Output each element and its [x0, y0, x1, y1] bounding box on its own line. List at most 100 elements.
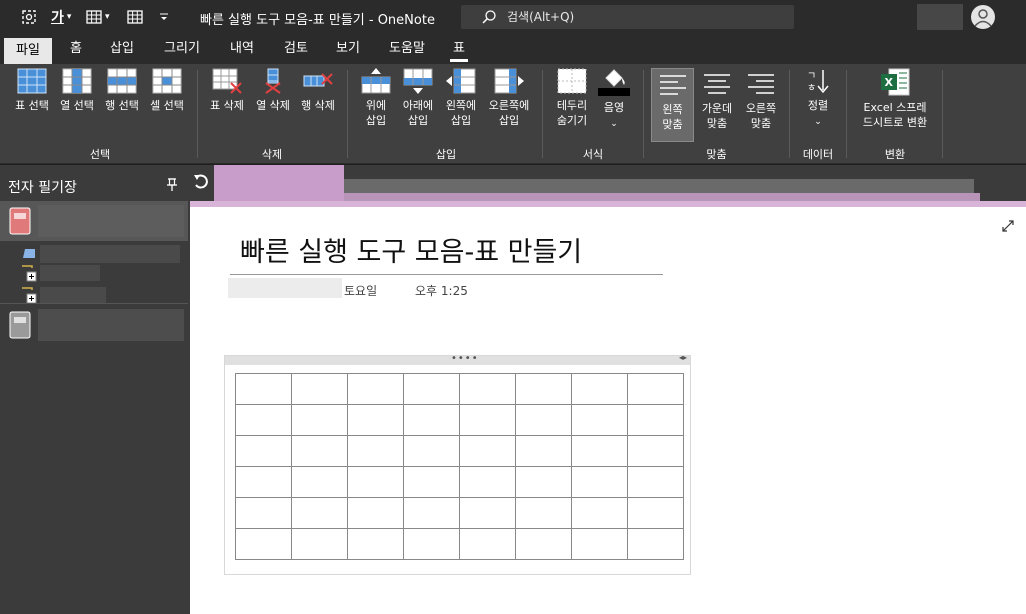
- table-cell[interactable]: [627, 373, 684, 405]
- delete-row-button[interactable]: 행 삭제: [296, 68, 340, 113]
- table-cell[interactable]: [571, 528, 628, 560]
- insert-below-button[interactable]: 아래에 삽입: [398, 68, 438, 128]
- table-cell[interactable]: [571, 497, 628, 529]
- select-cell-button[interactable]: 셀 선택: [145, 68, 189, 113]
- table-grid: [235, 373, 684, 560]
- tab-table[interactable]: 표: [448, 34, 470, 64]
- table-cell[interactable]: [291, 373, 348, 405]
- tab-history[interactable]: 내역: [224, 34, 260, 64]
- table-cell[interactable]: [235, 373, 292, 405]
- table-move-handle[interactable]: •••• ◂▸: [225, 353, 690, 365]
- table-cell[interactable]: [291, 466, 348, 498]
- table-cell[interactable]: [235, 466, 292, 498]
- delete-column-button[interactable]: 열 삭제: [251, 68, 295, 113]
- font-size-button[interactable]: 가 ▾: [51, 7, 71, 27]
- table-cell[interactable]: [459, 404, 516, 436]
- customize-qat-icon[interactable]: [159, 7, 169, 27]
- resize-arrows-icon[interactable]: ◂▸: [679, 353, 687, 362]
- table-cell[interactable]: [291, 404, 348, 436]
- insert-table-dropdown[interactable]: ▾: [86, 7, 110, 27]
- notebook-item-selected[interactable]: [0, 201, 188, 241]
- avatar[interactable]: [971, 5, 995, 29]
- tab-review[interactable]: 검토: [278, 34, 314, 64]
- table-cell[interactable]: [403, 404, 460, 436]
- table-cell[interactable]: [515, 373, 572, 405]
- convert-to-excel-button[interactable]: X Excel 스프레 드시트로 변환: [854, 68, 936, 130]
- table-cell[interactable]: [347, 466, 404, 498]
- group-separator: [197, 70, 198, 158]
- table-cell[interactable]: [403, 466, 460, 498]
- table-cell[interactable]: [403, 373, 460, 405]
- table-cell[interactable]: [347, 404, 404, 436]
- table-cell[interactable]: [403, 435, 460, 467]
- select-table-button[interactable]: 표 선택: [10, 68, 54, 113]
- table-cell[interactable]: [459, 466, 516, 498]
- table-cell[interactable]: [515, 466, 572, 498]
- tab-file[interactable]: 파일: [4, 38, 52, 64]
- table-cell[interactable]: [515, 528, 572, 560]
- hide-borders-button[interactable]: 테두리 숨기기: [550, 68, 594, 128]
- table-cell[interactable]: [571, 404, 628, 436]
- table-cell[interactable]: [347, 528, 404, 560]
- select-column-button[interactable]: 열 선택: [55, 68, 99, 113]
- select-row-button[interactable]: 행 선택: [100, 68, 144, 113]
- sort-button[interactable]: ㄱㅎ 정렬 ⌄: [798, 68, 838, 130]
- section-tabs-blurred[interactable]: [344, 193, 980, 201]
- table-cell[interactable]: [459, 528, 516, 560]
- table-cell[interactable]: [571, 466, 628, 498]
- table-cell[interactable]: [627, 497, 684, 529]
- tab-insert[interactable]: 삽입: [104, 34, 140, 64]
- table-icon[interactable]: [127, 7, 143, 27]
- section-group-item[interactable]: [0, 285, 188, 305]
- table-cell[interactable]: [235, 528, 292, 560]
- table-cell[interactable]: [347, 373, 404, 405]
- table-cell[interactable]: [627, 528, 684, 560]
- table-cell[interactable]: [235, 497, 292, 529]
- table-cell[interactable]: [515, 435, 572, 467]
- insert-right-button[interactable]: 오른쪽에 삽입: [484, 68, 534, 128]
- table-cell[interactable]: [235, 404, 292, 436]
- tab-draw[interactable]: 그리기: [158, 34, 206, 64]
- search-box[interactable]: [461, 5, 794, 29]
- back-arrow-icon[interactable]: [194, 173, 208, 191]
- search-input[interactable]: [507, 10, 767, 24]
- table-cell[interactable]: [235, 435, 292, 467]
- section-group-item[interactable]: [0, 263, 188, 283]
- tab-view[interactable]: 보기: [330, 34, 366, 64]
- table-cell[interactable]: [347, 435, 404, 467]
- section-item[interactable]: [0, 243, 188, 263]
- align-center-button[interactable]: 가운데 맞춤: [696, 68, 738, 131]
- table-cell[interactable]: [571, 373, 628, 405]
- group-separator: [942, 70, 943, 158]
- tab-home[interactable]: 홈: [62, 34, 90, 64]
- table-cell[interactable]: [571, 435, 628, 467]
- align-left-button[interactable]: 왼쪽 맞춤: [651, 68, 694, 142]
- table-cell[interactable]: [291, 435, 348, 467]
- table-container[interactable]: •••• ◂▸: [224, 353, 691, 575]
- table-cell[interactable]: [403, 528, 460, 560]
- table-cell[interactable]: [627, 466, 684, 498]
- table-cell[interactable]: [515, 497, 572, 529]
- table-cell[interactable]: [627, 404, 684, 436]
- expand-icon[interactable]: [1001, 219, 1015, 233]
- table-cell[interactable]: [291, 497, 348, 529]
- table-cell[interactable]: [459, 435, 516, 467]
- table-cell[interactable]: [515, 404, 572, 436]
- delete-table-button[interactable]: 표 삭제: [204, 68, 250, 113]
- page-title[interactable]: 빠른 실행 도구 모음-표 만들기: [240, 230, 582, 269]
- pin-icon[interactable]: [166, 178, 178, 192]
- table-cell[interactable]: [459, 373, 516, 405]
- section-tab-active-blurred[interactable]: [214, 165, 344, 201]
- table-cell[interactable]: [627, 435, 684, 467]
- table-cell[interactable]: [291, 528, 348, 560]
- insert-above-button[interactable]: 위에 삽입: [356, 68, 396, 128]
- tab-help[interactable]: 도움말: [383, 34, 431, 64]
- insert-left-button[interactable]: 왼쪽에 삽입: [440, 68, 482, 128]
- align-right-button[interactable]: 오른쪽 맞춤: [740, 68, 782, 131]
- screen-clip-icon[interactable]: [20, 7, 38, 27]
- table-cell[interactable]: [403, 497, 460, 529]
- notebook-item[interactable]: [0, 307, 188, 343]
- shading-button[interactable]: 음영 ⌄: [596, 68, 632, 132]
- table-cell[interactable]: [347, 497, 404, 529]
- table-cell[interactable]: [459, 497, 516, 529]
